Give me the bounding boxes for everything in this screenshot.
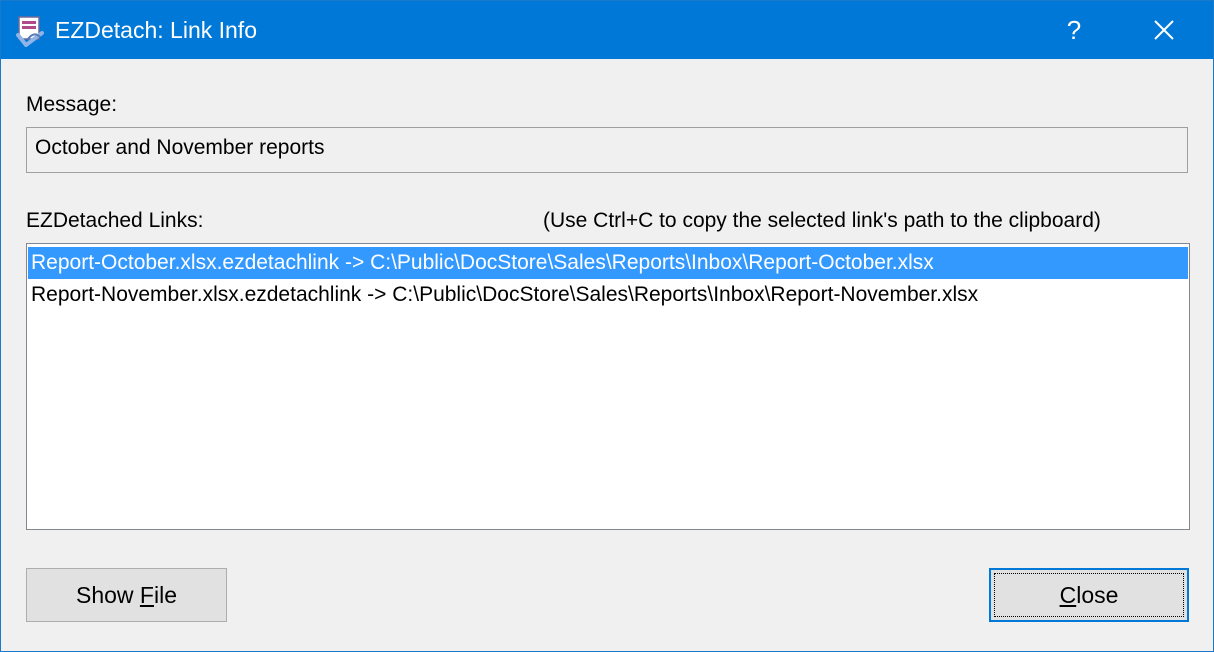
close-accel: C xyxy=(1059,581,1077,608)
message-field[interactable]: October and November reports xyxy=(26,127,1188,173)
title-bar[interactable]: EZDetach: Link Info ? xyxy=(1,1,1213,59)
links-label: EZDetached Links: xyxy=(26,209,204,232)
close-button[interactable]: Close xyxy=(989,568,1189,622)
close-label-post: lose xyxy=(1076,581,1119,608)
close-window-button[interactable] xyxy=(1119,1,1209,59)
links-listbox[interactable]: Report-October.xlsx.ezdetachlink -> C:\P… xyxy=(26,243,1190,530)
help-button[interactable]: ? xyxy=(1029,1,1119,59)
close-icon xyxy=(1154,20,1174,40)
list-item[interactable]: Report-October.xlsx.ezdetachlink -> C:\P… xyxy=(28,247,1188,279)
message-label: Message: xyxy=(26,93,118,116)
ezdetach-app-icon xyxy=(16,16,44,47)
list-item[interactable]: Report-November.xlsx.ezdetachlink -> C:\… xyxy=(28,279,1188,311)
window-title: EZDetach: Link Info xyxy=(55,17,257,43)
message-value: October and November reports xyxy=(35,136,325,159)
show-file-label-pre: Show xyxy=(75,581,140,608)
dialog-window: EZDetach: Link Info ? Message: October a… xyxy=(0,0,1214,652)
copy-hint: (Use Ctrl+C to copy the selected link's … xyxy=(543,209,1101,232)
show-file-label-post: ile xyxy=(153,581,177,608)
show-file-button[interactable]: Show File xyxy=(26,568,227,622)
show-file-accel: F xyxy=(139,581,154,608)
